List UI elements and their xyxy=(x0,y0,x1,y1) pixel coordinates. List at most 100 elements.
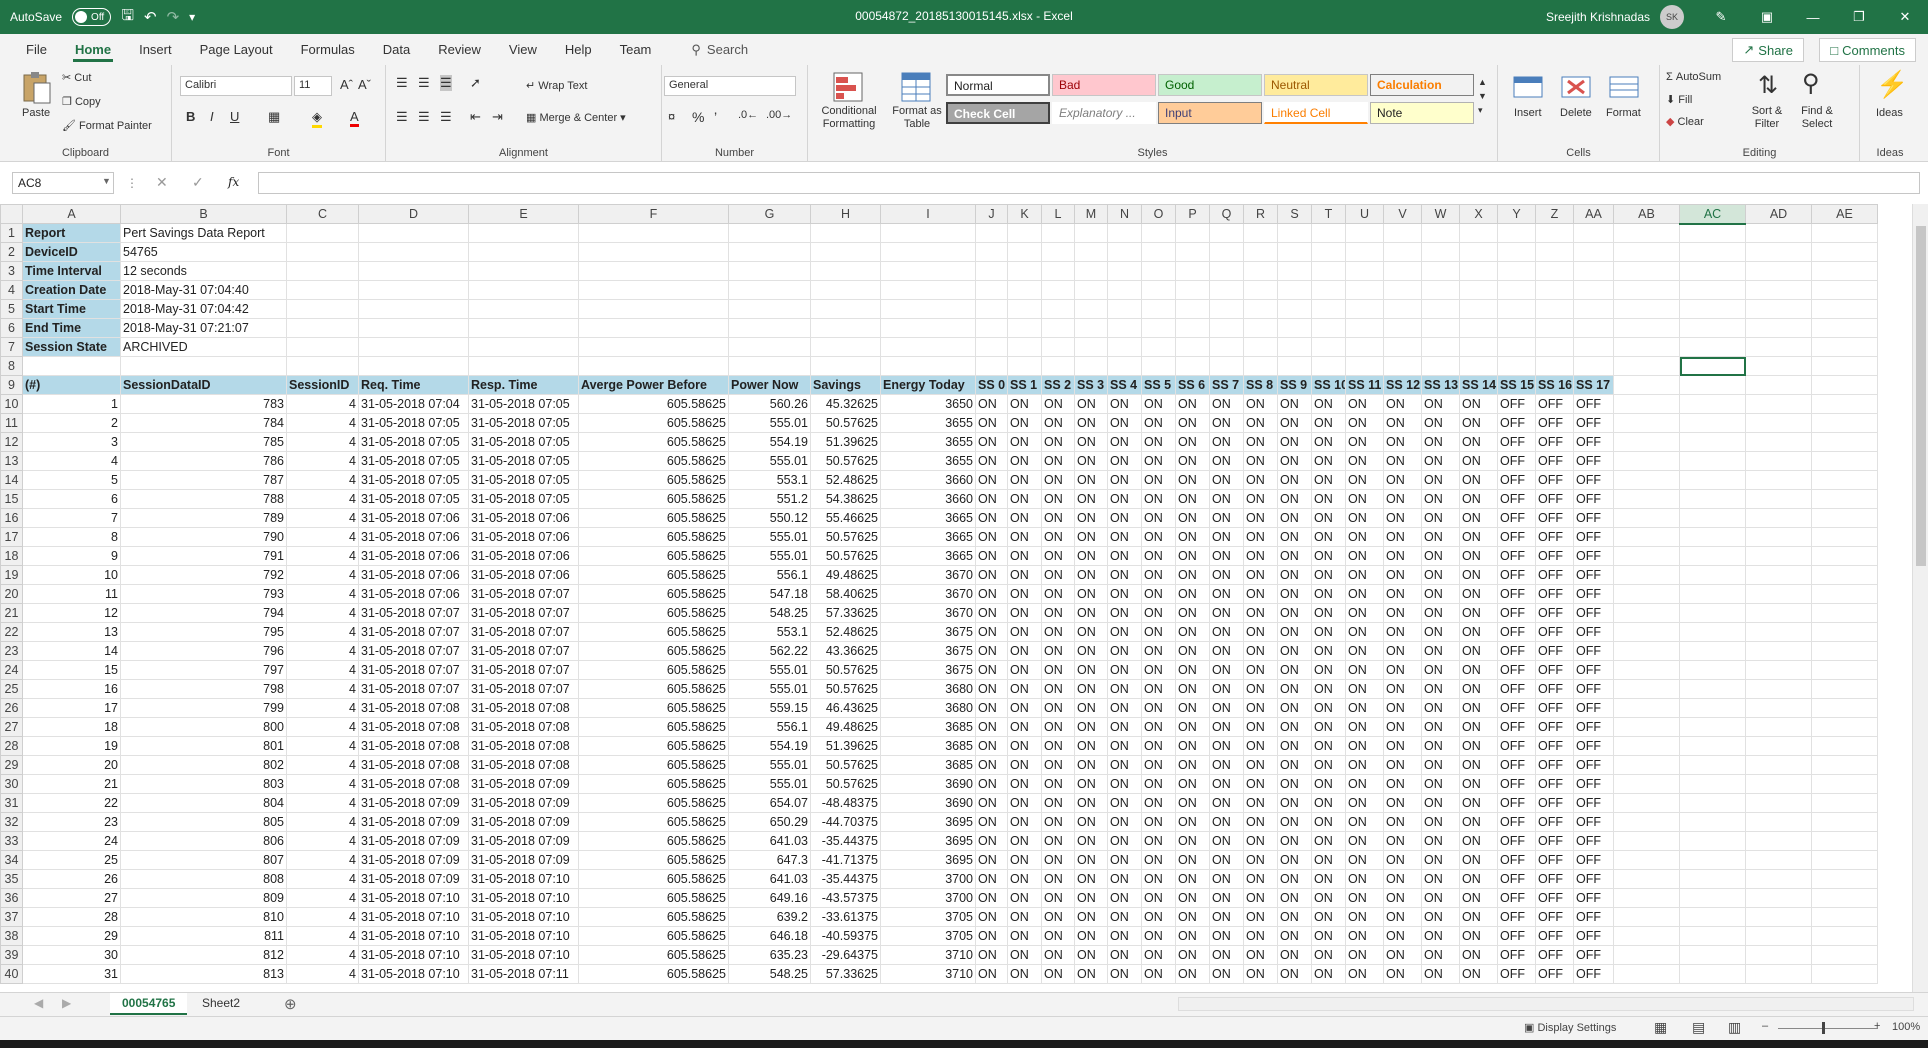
switch-state-cell[interactable]: ON xyxy=(1243,717,1278,737)
switch-state-cell[interactable]: OFF xyxy=(1497,812,1536,832)
cell[interactable] xyxy=(1679,432,1746,452)
cell[interactable] xyxy=(1811,470,1878,490)
cell[interactable] xyxy=(1745,622,1812,642)
data-cell[interactable]: 605.58625 xyxy=(578,736,729,756)
switch-state-cell[interactable]: ON xyxy=(1107,565,1142,585)
data-cell[interactable]: 8 xyxy=(22,527,121,547)
row-header[interactable]: 22 xyxy=(0,622,23,642)
cell[interactable] xyxy=(1107,280,1142,300)
switch-state-cell[interactable]: ON xyxy=(1383,546,1422,566)
switch-state-cell[interactable]: ON xyxy=(1459,755,1498,775)
column-title[interactable]: SS 13 xyxy=(1421,375,1460,395)
data-cell[interactable]: 605.58625 xyxy=(578,584,729,604)
cell[interactable] xyxy=(1811,812,1878,832)
info-value[interactable]: 2018-May-31 07:04:42 xyxy=(120,299,287,319)
switch-state-cell[interactable]: ON xyxy=(1277,717,1312,737)
minimize-icon[interactable]: — xyxy=(1790,0,1836,34)
switch-state-cell[interactable]: OFF xyxy=(1573,451,1614,471)
cell[interactable] xyxy=(1745,318,1812,338)
switch-state-cell[interactable]: ON xyxy=(1007,546,1042,566)
switch-state-cell[interactable]: ON xyxy=(1209,679,1244,699)
switch-state-cell[interactable]: ON xyxy=(1345,679,1384,699)
data-cell[interactable]: 605.58625 xyxy=(578,546,729,566)
format-cells-icon[interactable] xyxy=(1608,71,1640,103)
data-cell[interactable]: 31-05-2018 07:05 xyxy=(358,413,469,433)
vertical-scrollbar[interactable] xyxy=(1912,204,1928,992)
column-title[interactable]: SS 17 xyxy=(1573,375,1614,395)
comma-icon[interactable]: ’ xyxy=(714,109,717,125)
switch-state-cell[interactable]: ON xyxy=(1311,926,1346,946)
switch-state-cell[interactable]: ON xyxy=(1421,641,1460,661)
row-header[interactable]: 32 xyxy=(0,812,23,832)
cell[interactable] xyxy=(1107,299,1142,319)
switch-state-cell[interactable]: ON xyxy=(1007,717,1042,737)
switch-state-cell[interactable]: ON xyxy=(1383,964,1422,984)
switch-state-cell[interactable]: ON xyxy=(1041,584,1075,604)
data-cell[interactable]: 3655 xyxy=(880,413,976,433)
switch-state-cell[interactable]: ON xyxy=(1175,869,1210,889)
switch-state-cell[interactable]: ON xyxy=(1175,413,1210,433)
switch-state-cell[interactable]: OFF xyxy=(1573,432,1614,452)
switch-state-cell[interactable]: ON xyxy=(1007,869,1042,889)
cell[interactable] xyxy=(1811,622,1878,642)
data-cell[interactable]: 4 xyxy=(286,717,359,737)
data-cell[interactable]: 792 xyxy=(120,565,287,585)
column-header-l[interactable]: L xyxy=(1041,204,1075,224)
data-cell[interactable]: 4 xyxy=(286,451,359,471)
data-cell[interactable]: 605.58625 xyxy=(578,831,729,851)
cell[interactable] xyxy=(358,280,469,300)
switch-state-cell[interactable]: ON xyxy=(1041,660,1075,680)
tab-data[interactable]: Data xyxy=(369,34,424,65)
data-cell[interactable]: 4 xyxy=(286,850,359,870)
cell[interactable] xyxy=(1007,242,1042,262)
data-cell[interactable]: 49.48625 xyxy=(810,717,881,737)
cell[interactable] xyxy=(1679,261,1746,281)
find-icon[interactable]: ⚲ xyxy=(1802,69,1820,98)
data-cell[interactable]: 555.01 xyxy=(728,451,811,471)
cell[interactable] xyxy=(358,356,469,376)
cell[interactable] xyxy=(1745,603,1812,623)
cell[interactable] xyxy=(1745,888,1812,908)
data-cell[interactable]: 605.58625 xyxy=(578,451,729,471)
data-cell[interactable]: 31-05-2018 07:06 xyxy=(468,527,579,547)
data-cell[interactable]: 562.22 xyxy=(728,641,811,661)
switch-state-cell[interactable]: ON xyxy=(1041,679,1075,699)
column-header-m[interactable]: M xyxy=(1074,204,1108,224)
cell[interactable] xyxy=(1007,337,1042,357)
cell[interactable] xyxy=(1383,318,1422,338)
cell[interactable] xyxy=(1745,717,1812,737)
switch-state-cell[interactable]: OFF xyxy=(1497,926,1536,946)
data-cell[interactable]: 635.23 xyxy=(728,945,811,965)
cell[interactable] xyxy=(1811,432,1878,452)
data-cell[interactable]: 3650 xyxy=(880,394,976,414)
switch-state-cell[interactable]: ON xyxy=(1345,926,1384,946)
switch-state-cell[interactable]: ON xyxy=(1141,394,1176,414)
cell[interactable] xyxy=(1613,242,1680,262)
switch-state-cell[interactable]: ON xyxy=(1459,394,1498,414)
cell[interactable] xyxy=(1209,223,1244,243)
cell[interactable] xyxy=(1679,888,1746,908)
data-cell[interactable]: 31-05-2018 07:06 xyxy=(358,527,469,547)
cell[interactable] xyxy=(1613,698,1680,718)
cell[interactable] xyxy=(1679,242,1746,262)
cell[interactable] xyxy=(286,318,359,338)
insert-button[interactable]: Insert xyxy=(1514,107,1542,119)
switch-state-cell[interactable]: ON xyxy=(1383,603,1422,623)
data-cell[interactable]: 31-05-2018 07:10 xyxy=(358,926,469,946)
cell[interactable] xyxy=(1679,869,1746,889)
cell[interactable] xyxy=(578,280,729,300)
cell[interactable] xyxy=(1421,318,1460,338)
data-cell[interactable]: 31-05-2018 07:08 xyxy=(468,736,579,756)
switch-state-cell[interactable]: OFF xyxy=(1497,869,1536,889)
data-cell[interactable]: 813 xyxy=(120,964,287,984)
switch-state-cell[interactable]: ON xyxy=(975,755,1008,775)
switch-state-cell[interactable]: ON xyxy=(1041,717,1075,737)
cell[interactable] xyxy=(1459,223,1498,243)
switch-state-cell[interactable]: ON xyxy=(1074,717,1108,737)
switch-state-cell[interactable]: ON xyxy=(1311,869,1346,889)
data-cell[interactable]: 50.57625 xyxy=(810,546,881,566)
data-cell[interactable]: 3710 xyxy=(880,964,976,984)
cell[interactable] xyxy=(1421,356,1460,376)
switch-state-cell[interactable]: ON xyxy=(1007,470,1042,490)
switch-state-cell[interactable]: ON xyxy=(1041,812,1075,832)
